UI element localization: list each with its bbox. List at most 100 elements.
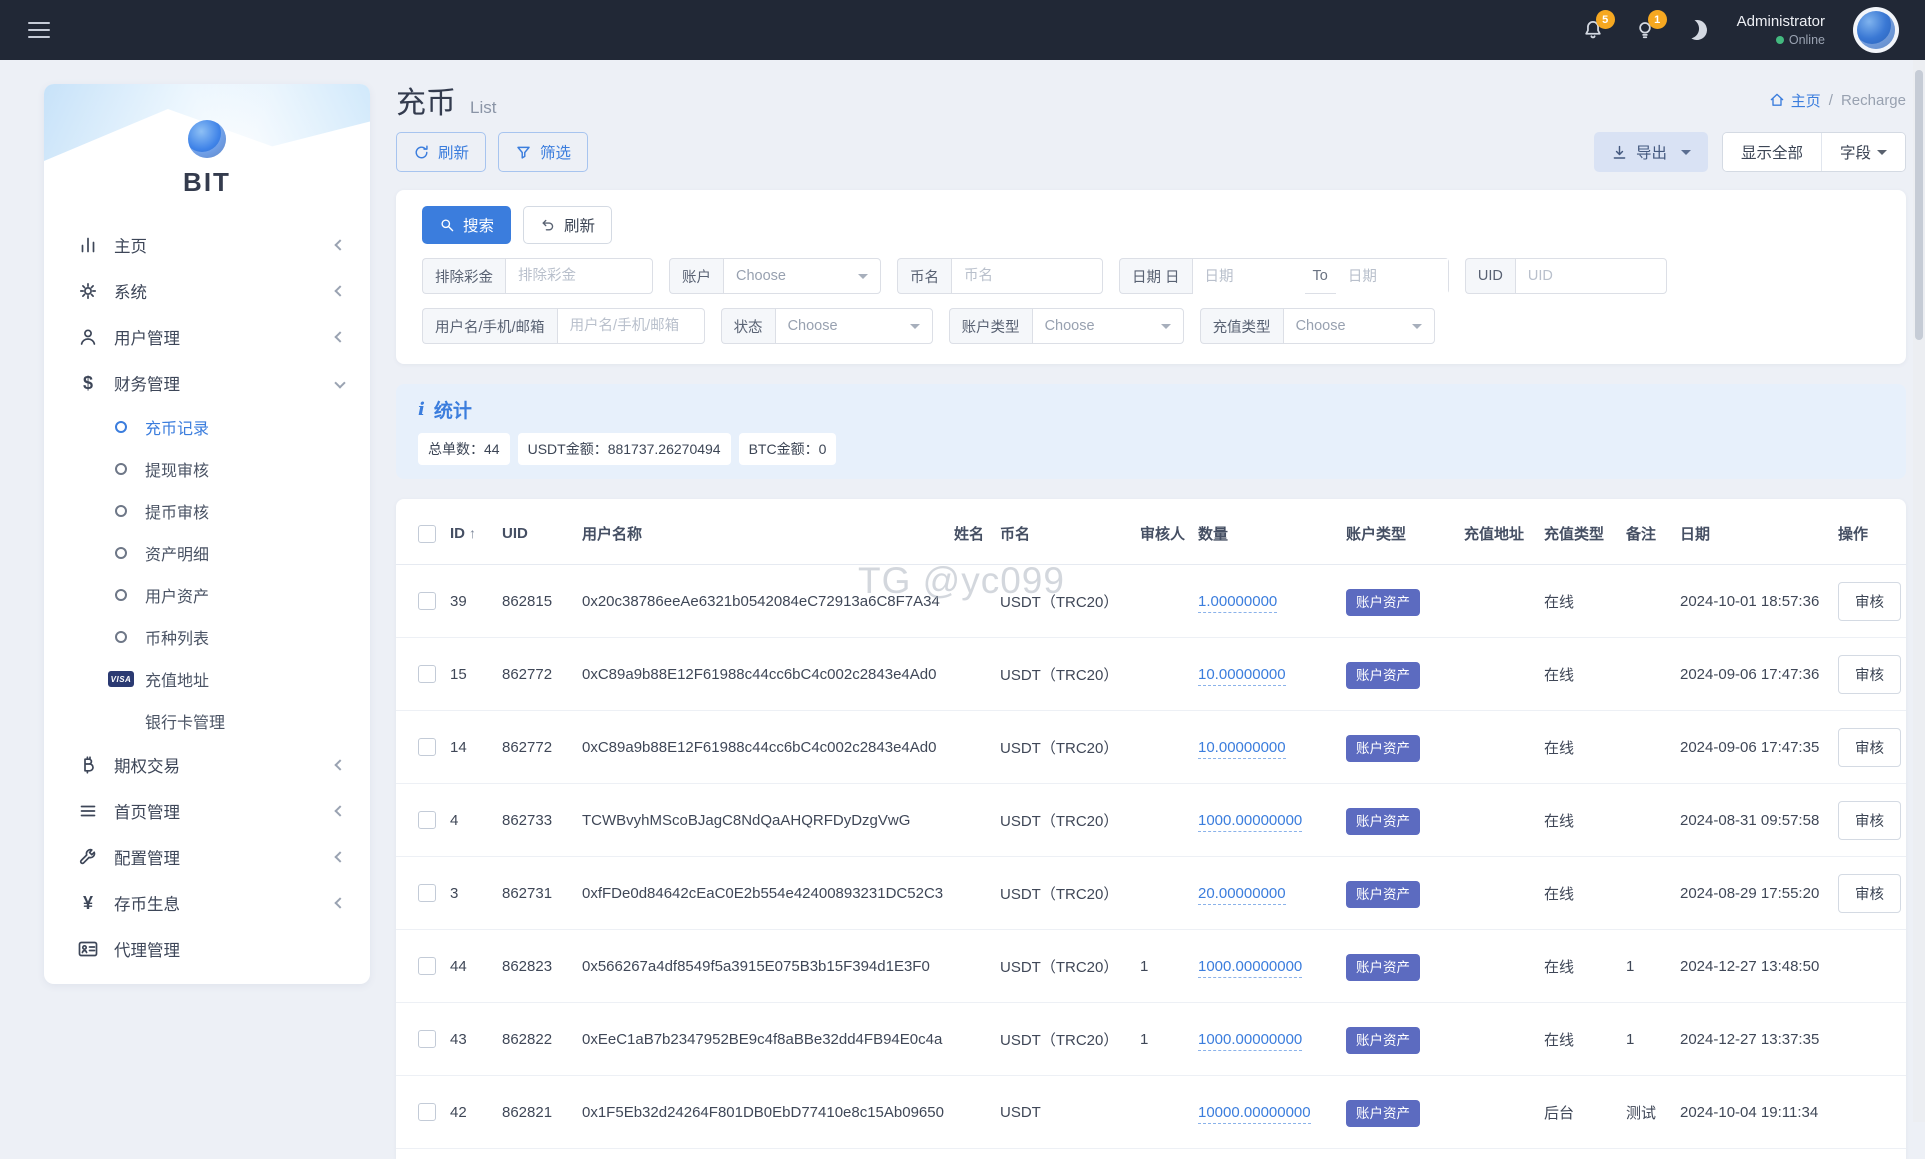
sidebar-item-coin-withdraw-review[interactable]: 提币审核 (44, 490, 370, 532)
sidebar-item-users[interactable]: 用户管理 (44, 314, 370, 360)
amount-link[interactable]: 1000.00000000 (1198, 811, 1303, 832)
uid-input[interactable] (1514, 258, 1667, 294)
table-row: 42 862821 0x1F5Eb32d24264F801DB0EbD77410e8… (396, 1075, 1906, 1149)
action-cell: 审核 (1830, 856, 1906, 930)
list-icon (76, 801, 100, 821)
breadcrumb-current: Recharge (1840, 91, 1906, 109)
amount-link[interactable]: 20.00000000 (1198, 884, 1286, 905)
sidebar-item-coin-list[interactable]: 币种列表 (44, 616, 370, 658)
sidebar-item-homepage-management[interactable]: 首页管理 (44, 788, 370, 834)
messages-button[interactable]: 1 (1633, 10, 1667, 42)
filter-status: 状态 Choose (720, 308, 933, 344)
auditor-cell (1132, 1075, 1190, 1149)
id-cell: 42 (442, 1075, 494, 1149)
column-header[interactable]: ID ↑ (442, 503, 494, 565)
reset-button[interactable]: 刷新 (523, 206, 613, 244)
sidebar-item-label: 期权交易 (114, 758, 180, 776)
theme-toggle-button[interactable] (1685, 18, 1709, 42)
user-status: Online (1737, 32, 1825, 48)
checkbox-cell (396, 856, 442, 930)
account-select[interactable]: Choose (723, 258, 881, 294)
recharge-type-select[interactable]: Choose (1282, 308, 1435, 344)
row-checkbox[interactable] (418, 592, 436, 611)
action-cell: 审核 (1830, 783, 1906, 857)
scrollbar[interactable] (1913, 60, 1925, 1122)
sidebar-item-system[interactable]: 系统 (44, 268, 370, 314)
audit-button[interactable]: 审核 (1838, 800, 1901, 840)
account-type-badge: 账户资产 (1346, 735, 1420, 762)
topbar: 5 1 Administrator Online (0, 0, 1925, 60)
audit-button[interactable]: 审核 (1838, 581, 1901, 621)
account-type-cell: 账户资产 (1338, 564, 1456, 638)
amount-link[interactable]: 10000.00000000 (1198, 1103, 1311, 1124)
amount-link[interactable]: 10.00000000 (1198, 665, 1286, 686)
recharge-type-cell: 在线 (1536, 783, 1618, 857)
remark-cell (1618, 637, 1672, 711)
exclude-bonus-input[interactable] (505, 258, 653, 294)
amount-link[interactable]: 1.00000000 (1198, 592, 1278, 613)
date-to-input[interactable] (1335, 259, 1448, 295)
breadcrumb-home-link[interactable]: 主页 (1769, 90, 1821, 111)
refresh-button[interactable]: 刷新 (396, 132, 487, 172)
column-header: 审核人 (1132, 503, 1190, 565)
filter-label: 排除彩金 (422, 258, 505, 294)
amount-link[interactable]: 1000.00000000 (1198, 957, 1303, 978)
row-checkbox[interactable] (418, 738, 436, 757)
username-cell: 0x566267a4df8549f5a3915E075B3b15F394d1E3… (574, 929, 946, 1003)
coin-input[interactable] (951, 258, 1103, 294)
sidebar-subitem-label: 充值地址 (145, 673, 210, 690)
avatar[interactable] (1853, 7, 1899, 53)
row-checkbox[interactable] (418, 1103, 436, 1122)
export-button[interactable]: 导出 (1593, 132, 1708, 172)
username-cell: 0xEeC1aB7b2347952BE9c4f8aBBe32dd4FB94E0c… (574, 1002, 946, 1076)
row-checkbox[interactable] (418, 884, 436, 903)
circle-icon (108, 463, 134, 475)
sidebar-item-withdraw-review[interactable]: 提现审核 (44, 448, 370, 490)
user-menu[interactable]: Administrator Online (1737, 12, 1825, 48)
amount-link[interactable]: 1000.00000000 (1198, 1030, 1303, 1051)
status-select[interactable]: Choose (774, 308, 933, 344)
show-all-button[interactable]: 显示全部 (1722, 133, 1821, 171)
sidebar-item-recharge-records[interactable]: 充币记录 (44, 406, 370, 448)
notifications-button[interactable]: 5 (1581, 10, 1615, 42)
sidebar-item-options-trading[interactable]: 期权交易 (44, 742, 370, 788)
sidebar-item-asset-details[interactable]: 资产明细 (44, 532, 370, 574)
sidebar-item-finance[interactable]: $ 财务管理 (44, 360, 370, 406)
checkbox-cell (396, 637, 442, 711)
chevron-down-icon (909, 323, 920, 329)
uid-cell: 862821 (494, 1075, 574, 1149)
chevron-down-icon (858, 273, 868, 279)
audit-button[interactable]: 审核 (1838, 727, 1901, 767)
audit-button[interactable]: 审核 (1838, 654, 1901, 694)
fields-button[interactable]: 字段 (1820, 133, 1905, 171)
date-from-input[interactable] (1192, 259, 1305, 295)
sidebar-item-coin-savings[interactable]: ¥ 存币生息 (44, 880, 370, 926)
row-checkbox[interactable] (418, 665, 436, 684)
sidebar-item-config-management[interactable]: 配置管理 (44, 834, 370, 880)
account-type-select[interactable]: Choose (1031, 308, 1184, 344)
home-icon (1770, 93, 1784, 106)
amount-link[interactable]: 10.00000000 (1198, 738, 1286, 759)
sidebar-item-agent-management[interactable]: 代理管理 (44, 926, 370, 972)
select-all-checkbox[interactable] (418, 524, 436, 543)
uid-cell: 862731 (494, 856, 574, 930)
sidebar-item-recharge-address[interactable]: VISA 充值地址 (44, 658, 370, 700)
sidebar-item-home[interactable]: 主页 (44, 222, 370, 268)
chevron-left-icon (334, 805, 346, 817)
sidebar-item-user-assets[interactable]: 用户资产 (44, 574, 370, 616)
row-checkbox[interactable] (418, 811, 436, 830)
logo[interactable]: BIT (44, 120, 370, 198)
user-input[interactable] (556, 308, 705, 344)
gear-icon (76, 281, 100, 301)
sidebar-item-bank-card[interactable]: 银行卡管理 (44, 700, 370, 742)
filter-button[interactable]: 筛选 (498, 132, 589, 172)
menu-toggle-button[interactable] (28, 22, 50, 38)
column-header: 日期 (1672, 503, 1830, 565)
row-checkbox[interactable] (418, 1030, 436, 1049)
search-button[interactable]: 搜索 (422, 206, 512, 244)
row-checkbox[interactable] (418, 957, 436, 976)
date-cell: 2024-12-27 13:37:35 (1672, 1002, 1830, 1076)
scrollbar-thumb[interactable] (1915, 70, 1923, 340)
date-cell: 2024-10-04 19:11:34 (1672, 1075, 1830, 1149)
audit-button[interactable]: 审核 (1838, 873, 1901, 913)
